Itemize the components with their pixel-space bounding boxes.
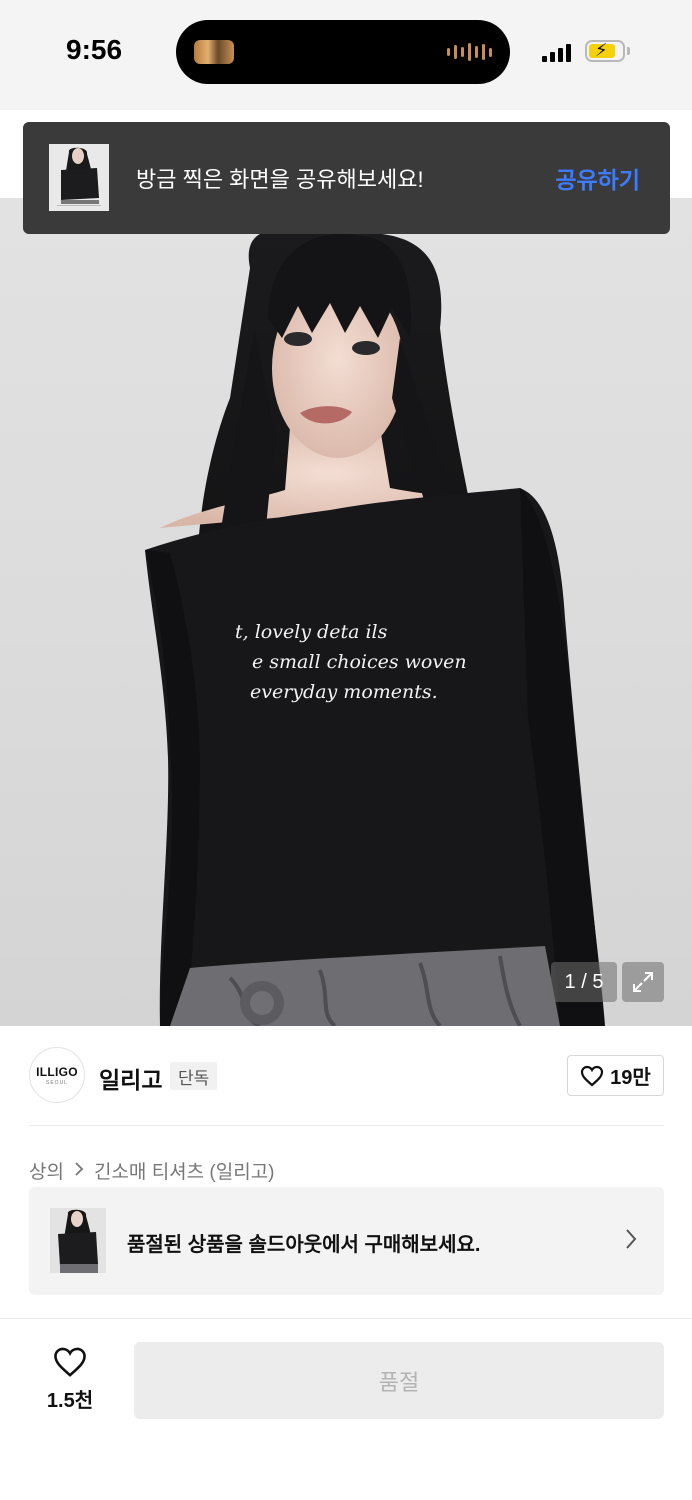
now-playing-artwork (194, 40, 234, 64)
buy-button-disabled[interactable]: 품절 (134, 1342, 664, 1419)
status-time: 9:56 (66, 34, 123, 65)
breadcrumb-subcategory[interactable]: 긴소매 티셔츠 (일리고) (94, 1157, 275, 1184)
chevron-right-icon (74, 1160, 84, 1181)
cellular-signal-icon (542, 42, 571, 62)
soldout-banner-text: 품절된 상품을 솔드아웃에서 구매해보세요. (127, 1234, 481, 1256)
status-bar: 9:56 ⚡ (0, 0, 692, 110)
breadcrumb: 상의 긴소매 티셔츠 (일리고) (29, 1157, 275, 1184)
product-image[interactable]: t, lovely deta ils e small choices woven… (0, 198, 692, 1026)
exclusive-badge: 단독 (170, 1062, 218, 1090)
shirt-print-line-3: everyday moments. (250, 681, 438, 703)
brand-name[interactable]: 일리고 (99, 1061, 162, 1095)
soldout-product-thumbnail (50, 1208, 106, 1273)
image-counter: 1 / 5 (551, 962, 617, 1002)
heart-icon (54, 1347, 86, 1377)
soldout-banner[interactable]: 품절된 상품을 솔드아웃에서 구매해보세요. (29, 1187, 664, 1295)
divider (29, 1125, 664, 1126)
brand-logo-subtext: SEOUL (46, 1079, 68, 1086)
expand-image-button[interactable] (622, 962, 664, 1002)
dynamic-island[interactable] (176, 20, 510, 84)
screenshot-thumbnail[interactable] (49, 144, 109, 211)
charging-bolt-icon: ⚡ (595, 40, 608, 60)
shirt-print-line-1: t, lovely deta ils (235, 621, 388, 643)
audio-waveform-icon (447, 42, 492, 62)
brand-logo[interactable]: ILLIGO SEOUL (29, 1047, 85, 1103)
share-toast: 방금 찍은 화면을 공유해보세요! 공유하기 (23, 122, 670, 234)
brand-like-count: 19만 (610, 1067, 651, 1089)
share-button[interactable]: 공유하기 (555, 161, 640, 195)
wishlist-button[interactable]: 1.5천 (40, 1346, 100, 1413)
brand-logo-text: ILLIGO (36, 1064, 78, 1079)
heart-icon (581, 1065, 604, 1086)
share-toast-message: 방금 찍은 화면을 공유해보세요! (136, 167, 424, 192)
brand-like-button[interactable]: 19만 (567, 1055, 664, 1096)
expand-icon (633, 972, 653, 992)
model-photo: t, lovely deta ils e small choices woven… (145, 228, 605, 1026)
wishlist-count: 1.5천 (46, 1390, 94, 1412)
battery-icon: ⚡ (585, 40, 625, 62)
chevron-right-icon (624, 1227, 638, 1256)
shirt-print-line-2: e small choices woven (252, 651, 467, 673)
breadcrumb-category[interactable]: 상의 (29, 1157, 64, 1184)
